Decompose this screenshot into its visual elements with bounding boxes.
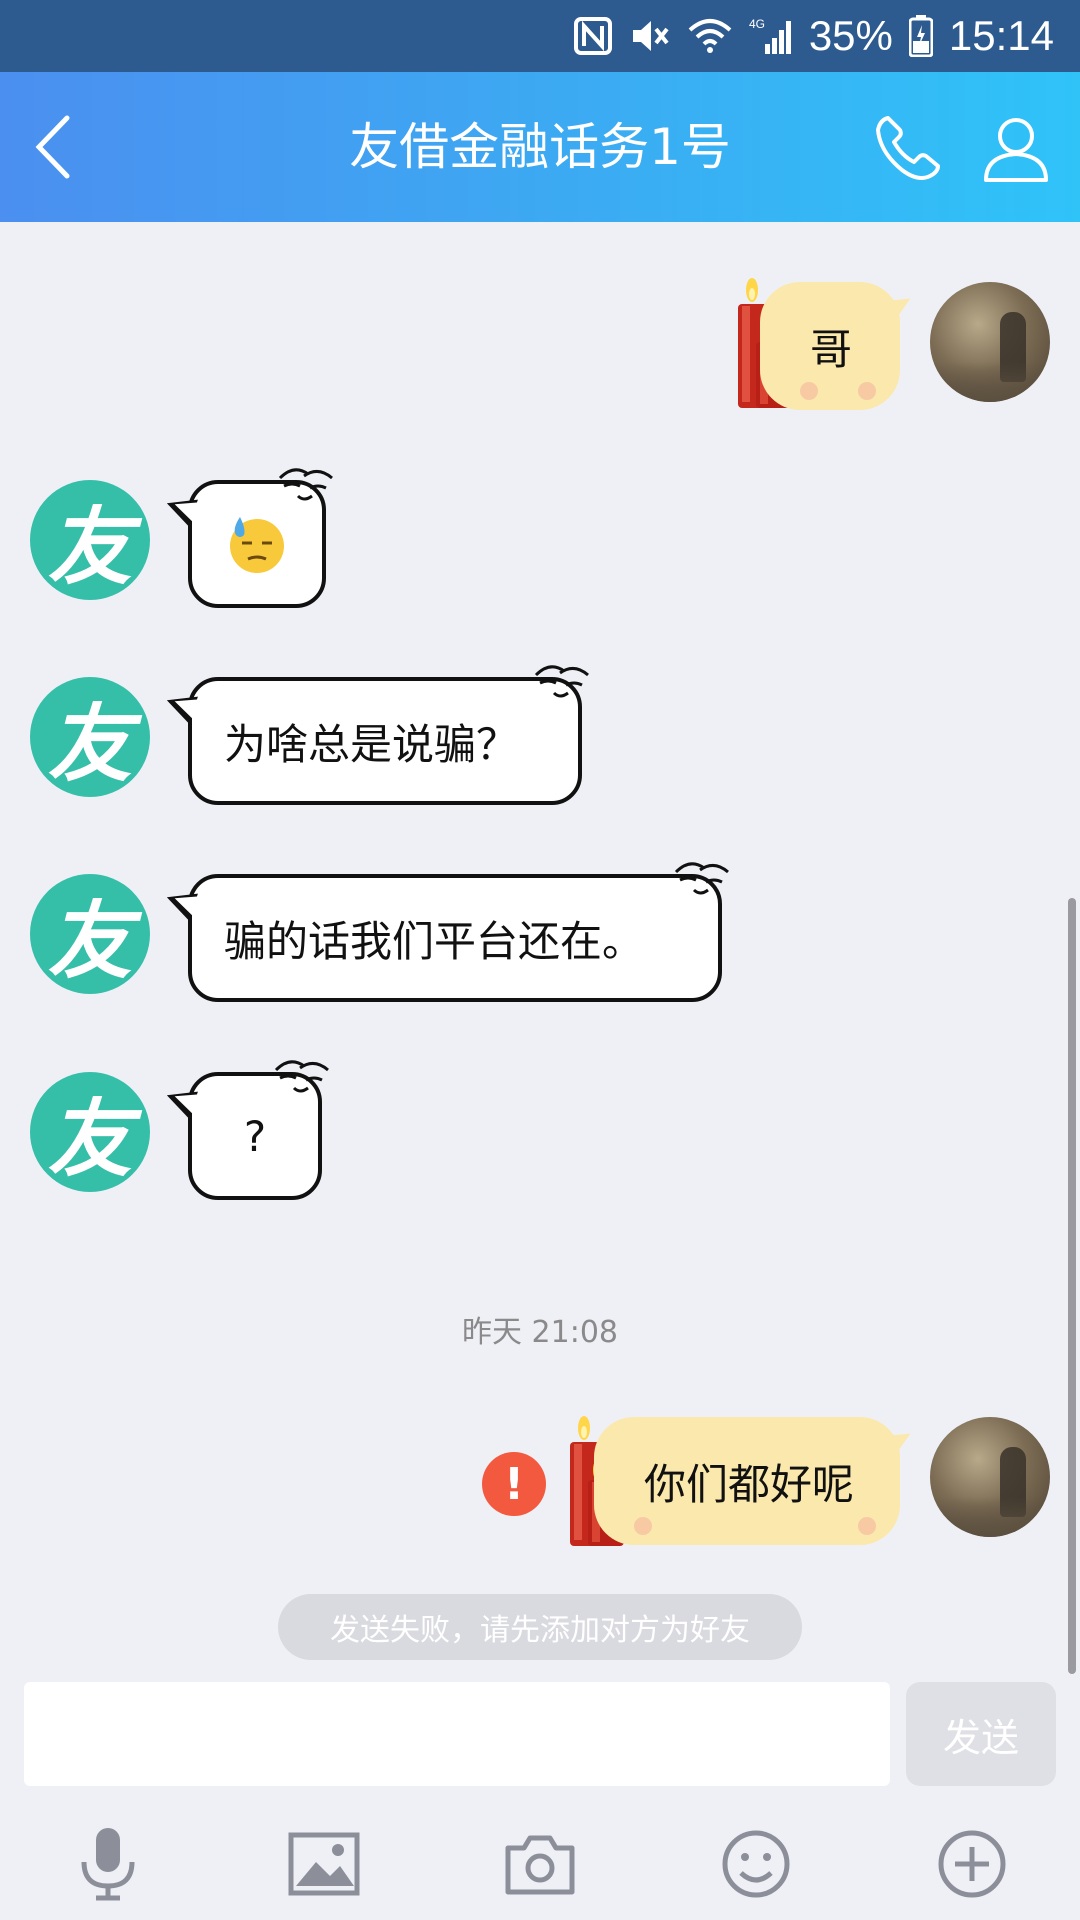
nfc-icon [573,16,613,56]
network-label: 4G [749,17,765,31]
wifi-icon [687,16,733,56]
call-button[interactable] [870,110,946,186]
message-text: ? [243,1111,267,1161]
my-avatar[interactable] [930,1417,1050,1537]
emoji-icon [722,1830,790,1898]
send-button[interactable]: 发送 [906,1682,1056,1786]
battery-percent: 35% [808,12,893,59]
friend-avatar[interactable]: 友 [30,677,150,797]
friend-avatar[interactable]: 友 [30,874,150,994]
mute-icon [629,16,671,56]
camera-button[interactable] [500,1824,580,1904]
message-bubble-incoming[interactable]: 骗的话我们平台还在。 [188,862,729,1002]
chat-title: 友借金融话务1号 [349,118,731,176]
timestamp: 昨天 21:08 [462,1315,618,1350]
doodle-eyes-icon [674,862,729,895]
plus-icon [938,1830,1006,1898]
message-text: 为啥总是说骗？ [224,719,519,769]
clock: 15:14 [948,12,1054,59]
emoji-button[interactable] [716,1824,796,1904]
message-input[interactable] [24,1682,890,1786]
doodle-eyes-icon [274,1060,329,1093]
image-icon [288,1832,360,1896]
message-bubble-outgoing[interactable]: 你们都好呢 [594,1417,916,1545]
my-avatar[interactable] [930,282,1050,402]
message-bubble-outgoing[interactable]: 哥 [760,282,916,410]
compose-row: 发送 [0,1682,1080,1792]
camera-icon [505,1835,575,1895]
send-failed-notice: 发送失败，请先添加对方为好友 [278,1594,802,1660]
profile-button[interactable] [978,110,1054,186]
doodle-eyes-icon [278,468,333,501]
more-button[interactable] [932,1824,1012,1904]
message-bubble-incoming[interactable]: ? [188,1060,329,1200]
title-bar: 友借金融话务1号 [0,72,1080,222]
battery-icon [908,15,933,57]
back-arrow-icon [35,115,70,179]
friend-avatar[interactable]: 友 [30,1072,150,1192]
send-failed-icon[interactable]: ! [482,1452,546,1516]
message-text: 你们都好呢 [644,1459,855,1509]
scrollbar[interactable] [1068,898,1076,1674]
gallery-button[interactable] [284,1824,364,1904]
doodle-eyes-icon [534,665,589,698]
back-button[interactable] [18,112,88,182]
status-bar: 4G 35% 15:14 [0,0,1080,72]
sweat-face-emoji [230,517,284,573]
phone-icon [876,116,940,180]
chat-area[interactable]: 哥 友 友 为啥总是说骗？ 友 骗的话我们平台还在。 友 ? 昨天 21:08 … [0,222,1080,1682]
microphone-icon [81,1828,135,1901]
message-text: 骗的话我们平台还在。 [224,916,645,966]
signal-icon: 4G [749,16,793,56]
message-bubble-incoming[interactable] [188,468,333,608]
profile-icon [984,118,1048,182]
voice-button[interactable] [68,1824,148,1904]
bottom-toolbar [0,1814,1080,1920]
message-text: 哥 [810,324,853,374]
friend-avatar[interactable]: 友 [30,480,150,600]
message-bubble-incoming[interactable]: 为啥总是说骗？ [188,665,589,805]
